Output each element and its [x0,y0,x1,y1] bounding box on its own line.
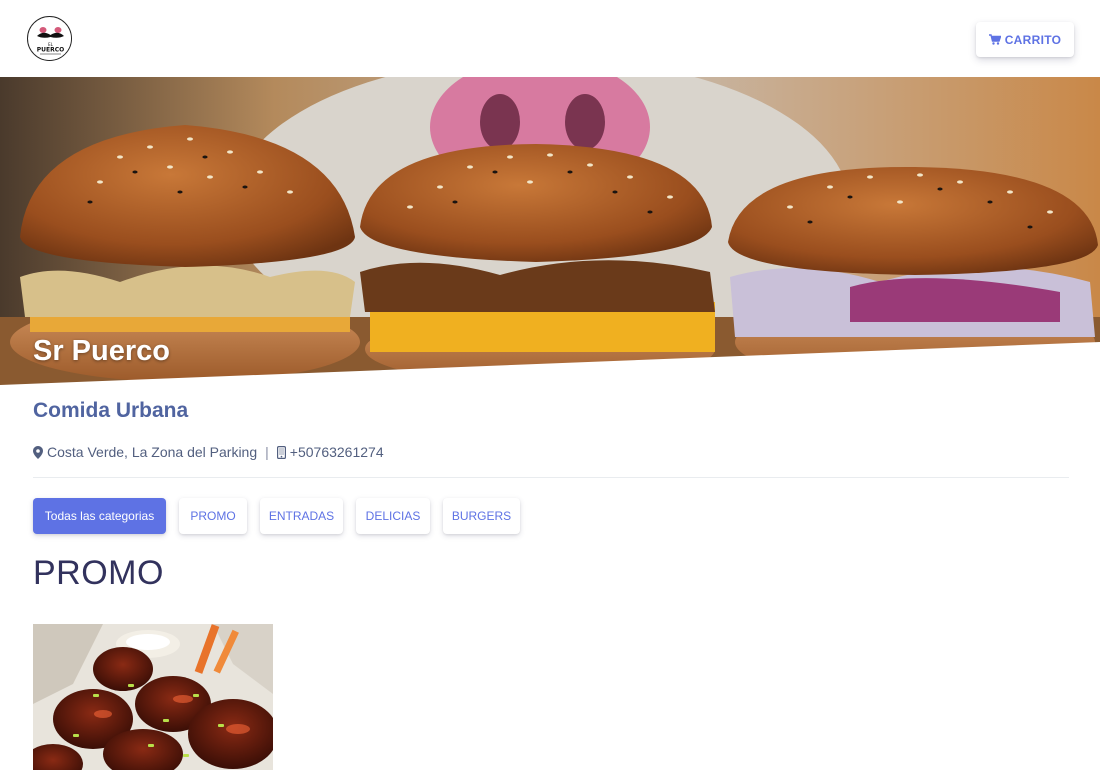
restaurant-category: Comida Urbana [33,399,189,422]
divider [33,477,1069,478]
restaurant-logo[interactable]: EL PUERCO [27,16,72,61]
restaurant-address: Costa Verde, La Zona del Parking [47,444,258,460]
category-tab-entradas[interactable]: ENTRADAS [260,498,343,534]
top-navbar: EL PUERCO CARRITO [0,0,1100,77]
restaurant-phone[interactable]: +50763261274 [290,444,384,460]
contact-separator: | [265,444,269,460]
section-title: PROMO [33,554,164,592]
svg-text:PUERCO: PUERCO [37,47,65,54]
map-marker-icon [33,445,43,459]
mobile-phone-icon [276,445,286,459]
category-tab-promo[interactable]: PROMO [179,498,247,534]
category-tab-burgers[interactable]: BURGERS [443,498,520,534]
category-tab-delicias[interactable]: DELICIAS [356,498,430,534]
hero-banner: Sr Puerco [0,77,1100,385]
restaurant-name: Sr Puerco [33,335,170,367]
shopping-cart-icon [988,34,1001,45]
cart-button[interactable]: CARRITO [976,22,1074,57]
category-tab-all[interactable]: Todas las categorias [33,498,166,534]
product-card-image[interactable] [33,624,273,770]
restaurant-contact: Costa Verde, La Zona del Parking | +5076… [33,443,384,461]
cart-button-label: CARRITO [1004,32,1062,47]
